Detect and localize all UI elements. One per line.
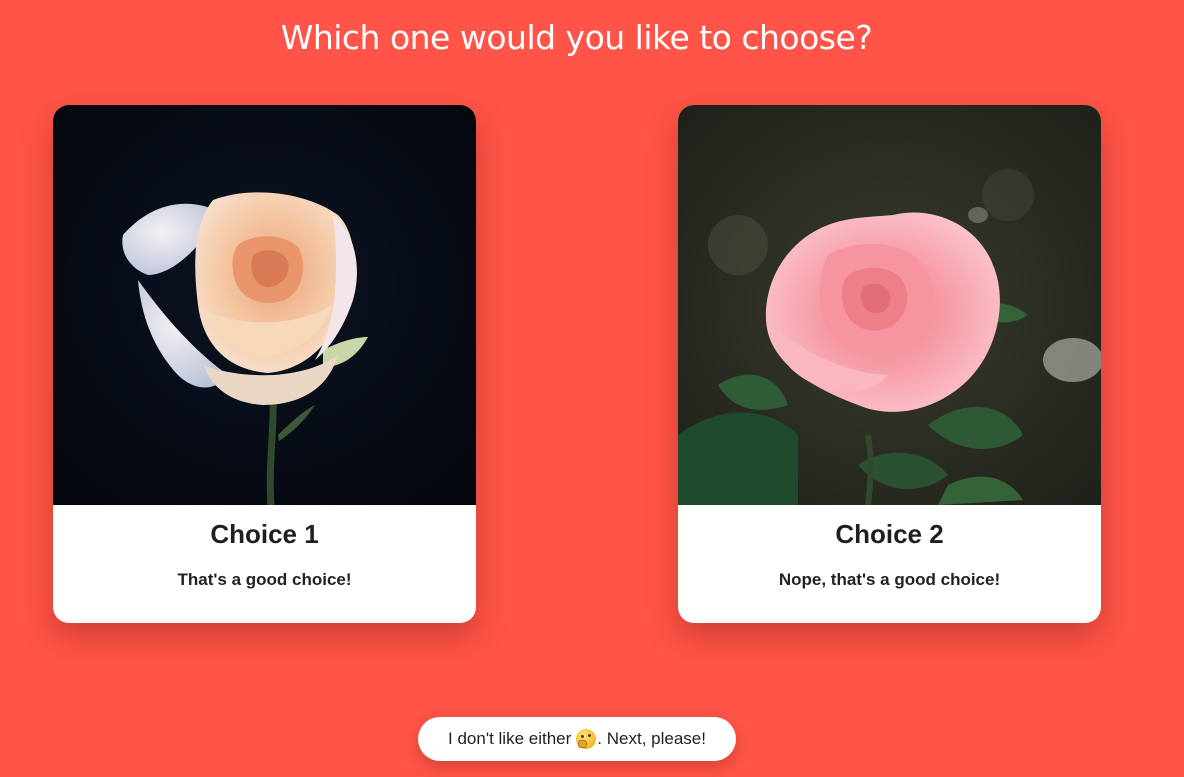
choice-card-1[interactable]: Choice 1 That's a good choice! [53,105,476,623]
page-title: Which one would you like to choose? [280,18,873,57]
choice-2-title: Choice 2 [835,519,944,549]
thinking-face-icon [576,729,597,749]
choice-1-text: That's a good choice! [177,570,352,589]
choice-2-text: Nope, that's a good choice! [778,570,1001,589]
next-button[interactable]: I don't like either . Next, please! [418,717,736,761]
choice-2-image [678,105,1101,505]
choice-1-image [53,105,476,505]
next-button-label-end: . Next, please! [597,729,706,748]
choice-1-title: Choice 1 [210,519,319,549]
choice-card-2[interactable]: Choice 2 Nope, that's a good choice! [678,105,1101,623]
next-button-label-start: I don't like either [448,729,572,748]
